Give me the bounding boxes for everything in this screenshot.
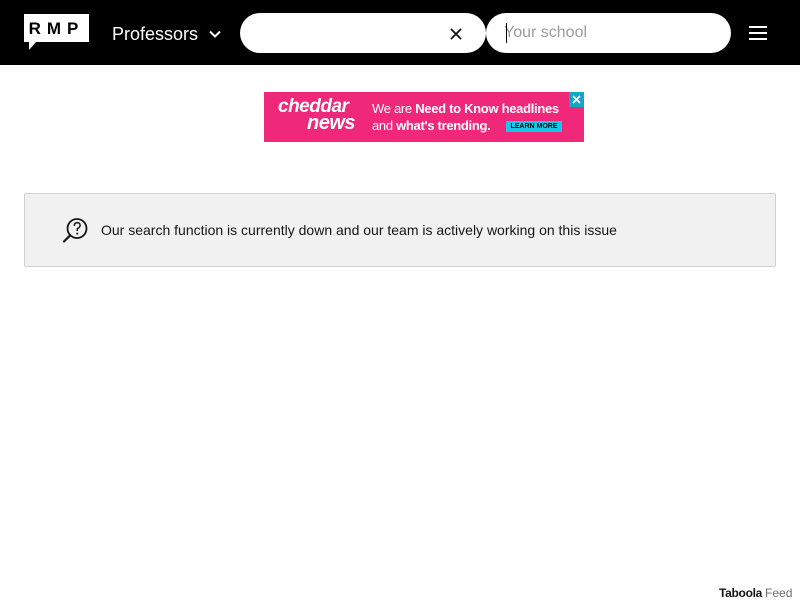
cheddar-news-ad-banner[interactable]: cheddar news We are Need to Know headlin…: [264, 92, 584, 142]
ad-close-icon[interactable]: [569, 92, 584, 107]
rmp-logo-icon: RMP: [24, 14, 89, 50]
ad-headline-line1: We are Need to Know headlines: [372, 101, 559, 116]
ad-line1-bold: Need to Know headlines: [415, 101, 559, 116]
school-search-input[interactable]: [504, 13, 714, 53]
chevron-down-icon: [208, 27, 222, 41]
taboola-feed: Feed: [765, 586, 793, 600]
taboola-brand: Taboola: [719, 586, 763, 600]
ad-headline-line2: and what's trending.: [372, 118, 491, 133]
hamburger-menu-icon[interactable]: [748, 24, 768, 42]
ad-line2-pre: and: [372, 118, 397, 133]
search-down-notice: Our search function is currently down an…: [24, 193, 776, 267]
ad-brand-logo: cheddar news: [278, 97, 356, 134]
close-icon[interactable]: [448, 26, 464, 42]
ad-line2-bold: what's trending.: [396, 118, 491, 133]
search-type-label: Professors: [112, 23, 199, 44]
taboola-feed-label[interactable]: Taboola Feed: [719, 586, 792, 600]
magnifier-question-icon: [62, 217, 90, 245]
professor-search-input[interactable]: [258, 13, 448, 53]
top-nav-bar: RMP Professors: [0, 0, 800, 65]
logo-text: RMP: [29, 19, 85, 38]
search-type-dropdown[interactable]: Professors: [112, 22, 222, 46]
ad-line1-pre: We are: [372, 101, 416, 116]
ad-brand-bottom: news: [307, 112, 356, 134]
notice-message: Our search function is currently down an…: [101, 222, 617, 238]
rmp-logo[interactable]: RMP: [24, 14, 89, 50]
ad-learn-more-button[interactable]: LEARN MORE: [506, 121, 562, 132]
school-search-field[interactable]: [486, 13, 731, 53]
text-cursor: [506, 23, 507, 43]
